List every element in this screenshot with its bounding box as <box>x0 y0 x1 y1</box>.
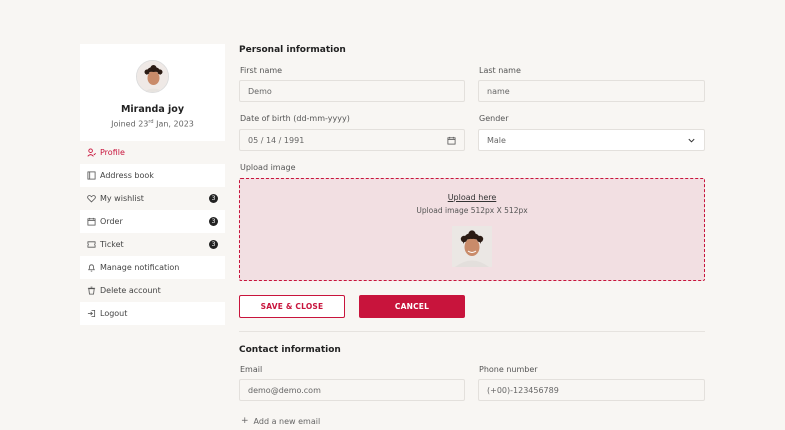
ticket-icon <box>87 240 96 249</box>
sidebar-item-label: Manage notification <box>100 263 180 272</box>
sidebar-item-label: My wishlist <box>100 194 144 203</box>
upload-link[interactable]: Upload here <box>240 193 704 202</box>
personal-info-title: Personal information <box>239 45 346 55</box>
calendar-icon <box>87 217 96 226</box>
dob-label: Date of birth (dd-mm-yyyy) <box>240 114 350 123</box>
sidebar-item-ticket[interactable]: Ticket 3 <box>80 233 225 256</box>
sidebar-nav: Profile Address book My wishlist 3 Order… <box>80 141 225 325</box>
profile-name: Miranda joy <box>120 104 185 115</box>
dob-value: 05 / 14 / 1991 <box>248 135 305 145</box>
upload-hint: Upload image 512px X 512px <box>416 206 528 215</box>
sidebar-item-logout[interactable]: Logout <box>80 302 225 325</box>
sidebar-item-label: Delete account <box>100 286 161 295</box>
add-email-label: Add a new email <box>253 416 321 426</box>
sidebar-item-wishlist[interactable]: My wishlist 3 <box>80 187 225 210</box>
bell-icon <box>87 263 96 272</box>
plus-icon: + <box>241 416 249 426</box>
first-name-label: First name <box>240 66 283 75</box>
email-placeholder: demo@demo.com <box>248 385 321 395</box>
user-icon <box>87 148 96 157</box>
email-input[interactable]: demo@demo.com <box>239 379 465 401</box>
gender-select[interactable]: Male <box>478 129 705 151</box>
email-label: Email <box>240 365 263 374</box>
sidebar-item-label: Address book <box>100 171 154 180</box>
count-badge: 3 <box>209 194 218 203</box>
profile-joined-date: Joined 23rd Jan, 2023 <box>111 119 194 129</box>
sidebar-item-order[interactable]: Order 3 <box>80 210 225 233</box>
count-badge: 3 <box>209 217 218 226</box>
upload-label: Upload image <box>240 163 296 172</box>
last-name-input[interactable]: name <box>478 80 705 102</box>
sidebar-item-address-book[interactable]: Address book <box>80 164 225 187</box>
heart-icon <box>87 194 96 203</box>
gender-label: Gender <box>479 114 509 123</box>
section-divider <box>239 331 705 332</box>
sidebar-item-delete-account[interactable]: Delete account <box>80 279 225 302</box>
avatar <box>136 60 169 93</box>
uploaded-photo <box>452 226 492 267</box>
sidebar-item-label: Profile <box>100 148 125 157</box>
contact-info-title: Contact information <box>239 345 341 355</box>
sidebar-item-label: Ticket <box>100 240 124 249</box>
last-name-label: Last name <box>479 66 521 75</box>
logout-icon <box>87 309 96 318</box>
save-close-button[interactable]: SAVE & CLOSE <box>239 295 345 318</box>
profile-card: Miranda joy Joined 23rd Jan, 2023 <box>80 44 225 141</box>
sidebar-item-label: Order <box>100 217 123 226</box>
sidebar-item-notification[interactable]: Manage notification <box>80 256 225 279</box>
sidebar-item-profile[interactable]: Profile <box>80 141 225 164</box>
phone-placeholder: (+00)-123456789 <box>487 385 559 395</box>
last-name-placeholder: name <box>487 86 510 96</box>
phone-label: Phone number <box>479 365 538 374</box>
upload-dropzone[interactable]: Upload here Upload image 512px X 512px <box>239 178 705 281</box>
count-badge: 3 <box>209 240 218 249</box>
first-name-value: Demo <box>248 86 272 96</box>
first-name-input[interactable]: Demo <box>239 80 465 102</box>
add-email-link[interactable]: + Add a new email <box>241 416 320 426</box>
sidebar-item-label: Logout <box>100 309 128 318</box>
trash-icon <box>87 286 96 295</box>
phone-input[interactable]: (+00)-123456789 <box>478 379 705 401</box>
gender-value: Male <box>487 135 506 145</box>
chevron-down-icon <box>687 136 696 145</box>
cancel-button[interactable]: CANCEL <box>359 295 465 318</box>
book-icon <box>87 171 96 180</box>
calendar-icon[interactable] <box>447 136 456 145</box>
dob-input[interactable]: 05 / 14 / 1991 <box>239 129 465 151</box>
